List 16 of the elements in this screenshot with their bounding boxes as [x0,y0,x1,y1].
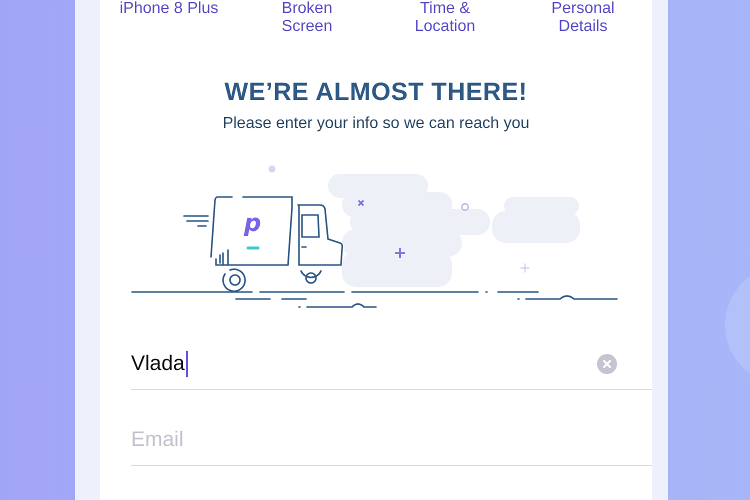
name-value[interactable]: Vlada [131,352,185,376]
ring-icon [461,203,469,211]
cross-icon [358,200,364,206]
plus-icon [520,262,530,274]
plus-icon [394,247,406,259]
step-label[interactable]: Time & Location [395,0,495,36]
step-label[interactable]: Personal Details [533,0,633,36]
truck-logo: p [244,209,262,237]
subheading: Please enter your info so we can reach you [222,115,530,133]
heading: WE’RE ALMOST THERE! [224,78,528,107]
close-icon [602,359,612,369]
step-label[interactable]: Broken Screen [257,0,357,36]
clear-button[interactable] [597,354,617,374]
dot-icon [268,166,276,172]
email-field[interactable]: Email [131,425,652,455]
step-label[interactable]: iPhone 8 Plus [119,0,219,36]
